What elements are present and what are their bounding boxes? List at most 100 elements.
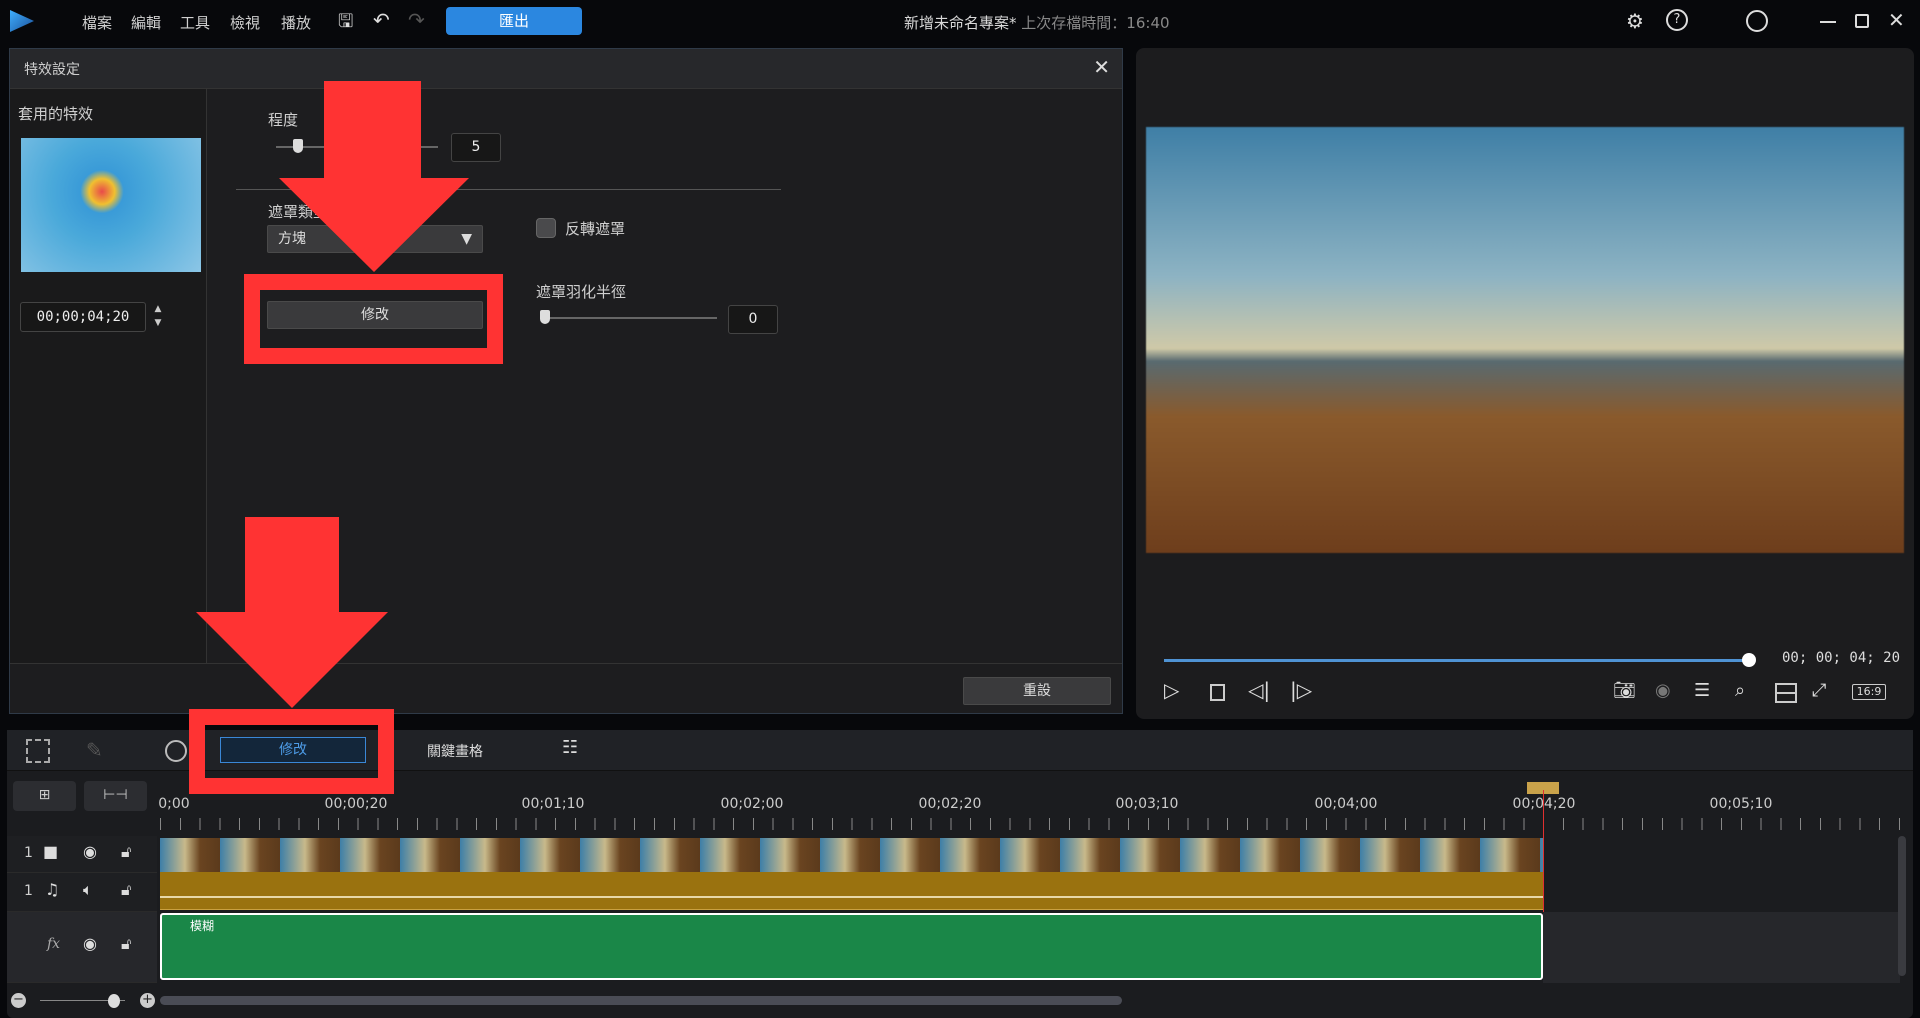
video-track-header: 1 ■ ◉ 🔓︎: [7, 836, 157, 873]
playback-progress[interactable]: [1164, 659, 1750, 662]
degree-value[interactable]: 5: [451, 133, 501, 162]
ruler-label: 0;00: [158, 796, 190, 812]
export-button[interactable]: 匯出: [446, 7, 582, 35]
annotation-box: [244, 274, 503, 364]
annotation-arrow-shaft: [324, 81, 421, 179]
eye-icon[interactable]: ◉: [83, 842, 97, 861]
add-track-button[interactable]: ⊞: [13, 781, 76, 811]
ruler-label: 00;02;00: [720, 796, 784, 812]
stop-icon[interactable]: [1210, 684, 1225, 701]
degree-label: 程度: [268, 111, 299, 129]
project-name: 新增未命名專案*: [904, 14, 1017, 32]
snapshot-icon[interactable]: 📷︎: [1613, 680, 1636, 701]
feather-slider[interactable]: [542, 317, 717, 319]
account-icon[interactable]: [1746, 10, 1768, 32]
tab-keyframe[interactable]: 關鍵畫格: [427, 741, 483, 761]
fx-clip-label: 模糊: [190, 919, 215, 933]
save-icon[interactable]: 🖫: [338, 9, 353, 39]
effect-settings-dialog: 特效設定 ✕ 套用的特效 00;00;04;20 ▲ ▼ 程度 5 遮罩類型 方塊…: [9, 48, 1123, 714]
effect-thumbnail[interactable]: [21, 138, 201, 272]
chevron-circle-icon[interactable]: [165, 740, 187, 762]
ruler-label: 00;03;10: [1115, 796, 1179, 812]
music-icon: ♫: [45, 880, 60, 899]
ruler-label: 00;02;20: [918, 796, 982, 812]
restore-icon[interactable]: [1855, 14, 1869, 28]
fit-icon[interactable]: [26, 739, 50, 763]
ruler-label: 00;04;00: [1314, 796, 1378, 812]
eye-icon[interactable]: ◉: [83, 934, 97, 953]
player-timecode: 00; 00; 04; 20: [1782, 650, 1901, 666]
menu-file[interactable]: 檔案: [82, 12, 112, 33]
fx-clip[interactable]: 模糊: [160, 913, 1543, 980]
window-title: 新增未命名專案* 上次存檔時間：16:40: [904, 12, 1170, 33]
ruler-label: 00;05;10: [1709, 796, 1773, 812]
pen-icon[interactable]: ✎: [86, 738, 103, 762]
ruler-label: 00;01;10: [521, 796, 585, 812]
menu-play[interactable]: 播放: [281, 12, 311, 33]
video-camera-icon: ■: [43, 842, 59, 861]
previous-frame-icon[interactable]: ◁|: [1248, 678, 1270, 702]
speaker-icon[interactable]: 🔈︎: [83, 880, 93, 900]
dialog-title: 特效設定: [24, 62, 80, 78]
reset-button[interactable]: 重設: [963, 677, 1111, 705]
video-preview: [1146, 127, 1904, 553]
lock-icon[interactable]: 🔓︎: [121, 934, 131, 954]
gear-icon[interactable]: ⚙: [1626, 9, 1644, 33]
fx-track-header: fx ◉ 🔓︎: [7, 912, 157, 983]
minimize-icon[interactable]: [1820, 21, 1836, 23]
close-icon[interactable]: ✕: [1093, 55, 1110, 79]
zoom-view-icon[interactable]: ⌕: [1735, 680, 1745, 701]
fullscreen-icon[interactable]: ⤢: [1812, 680, 1826, 701]
undo-icon[interactable]: ↶: [373, 8, 390, 32]
ruler-label: 00;00;20: [324, 796, 388, 812]
menu-tools[interactable]: 工具: [180, 12, 210, 33]
invert-mask-label: 反轉遮罩: [565, 220, 626, 238]
invert-mask-checkbox[interactable]: [536, 218, 556, 238]
redo-icon[interactable]: ↷: [408, 8, 425, 32]
volume-line[interactable]: [160, 896, 1543, 898]
annotation-box: [189, 709, 394, 794]
annotation-arrow-shaft: [245, 517, 339, 613]
chevron-down-icon: ▼: [461, 231, 472, 247]
list-icon[interactable]: ☰: [1694, 680, 1710, 701]
feather-label: 遮罩羽化半徑: [536, 283, 627, 301]
layout-icon[interactable]: [1775, 683, 1797, 703]
vertical-scrollbar[interactable]: [1898, 836, 1906, 976]
lock-icon[interactable]: 🔓︎: [121, 880, 131, 900]
playback-thumb[interactable]: [1742, 653, 1756, 667]
zoom-in-icon[interactable]: +: [140, 993, 155, 1008]
zoom-slider-thumb[interactable]: [108, 994, 120, 1008]
subtitle-list-icon[interactable]: ☷: [562, 737, 578, 758]
menu-edit[interactable]: 編輯: [131, 12, 161, 33]
audio-clip[interactable]: [160, 872, 1543, 910]
ruler-label: 00;04;20: [1512, 796, 1576, 812]
aspect-ratio-button[interactable]: 16:9: [1852, 684, 1886, 700]
fx-track-empty: [1543, 912, 1900, 983]
track-number: 1: [24, 883, 33, 899]
last-saved: 上次存檔時間：16:40: [1021, 14, 1170, 32]
play-icon[interactable]: ▷: [1164, 678, 1179, 702]
timecode-stepper[interactable]: ▲ ▼: [148, 302, 168, 332]
horizontal-scrollbar[interactable]: [160, 996, 1122, 1005]
mask-type-value: 方塊: [278, 231, 306, 247]
dialog-titlebar: 特效設定 ✕: [10, 49, 1122, 89]
render-preview-icon[interactable]: ◉: [1655, 680, 1671, 701]
feather-slider-thumb[interactable]: [540, 310, 550, 324]
footer-divider: [10, 663, 1122, 664]
fx-label: fx: [47, 936, 61, 952]
audio-track-header: 1 ♫ 🔈︎ 🔓︎: [7, 873, 157, 912]
video-clip[interactable]: [160, 838, 1543, 872]
next-frame-icon[interactable]: |▷: [1290, 678, 1312, 702]
track-number: 1: [24, 845, 33, 861]
timecode-field[interactable]: 00;00;04;20: [20, 302, 146, 332]
menu-view[interactable]: 檢視: [230, 12, 260, 33]
feather-value[interactable]: 0: [728, 305, 778, 334]
applied-effects-label: 套用的特效: [18, 105, 94, 123]
zoom-out-icon[interactable]: −: [11, 993, 26, 1008]
close-window-icon[interactable]: ✕: [1888, 8, 1905, 32]
lock-icon[interactable]: 🔓︎: [121, 842, 131, 862]
fit-timeline-button[interactable]: ⊢⊣: [84, 781, 147, 811]
help-icon[interactable]: ?: [1666, 9, 1688, 31]
timeline-ruler[interactable]: 0;00 00;00;20 00;01;10 00;02;00 00;02;20…: [158, 780, 1900, 836]
degree-slider-thumb[interactable]: [293, 139, 303, 153]
